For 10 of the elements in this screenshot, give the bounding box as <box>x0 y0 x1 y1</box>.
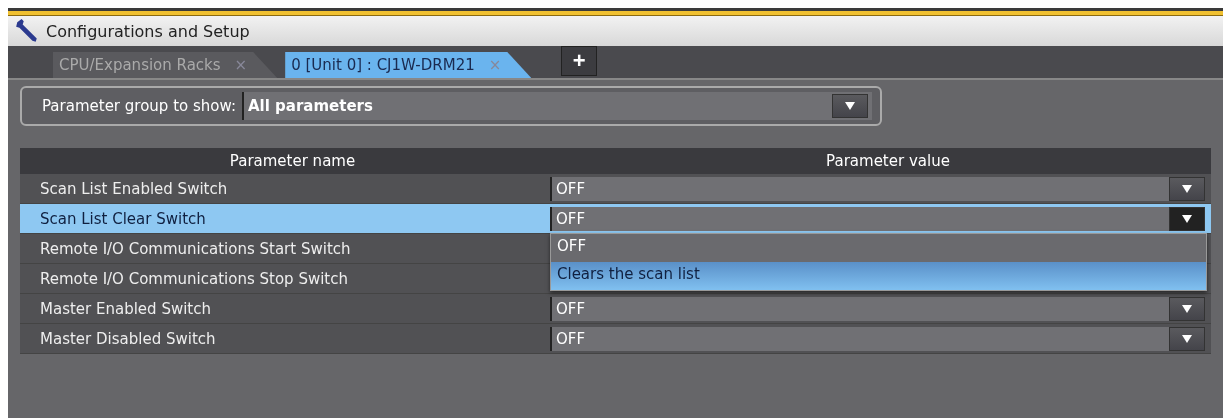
parameter-name: Remote I/O Communications Stop Switch <box>39 269 349 288</box>
parameter-name: Master Enabled Switch <box>39 299 212 318</box>
parameter-name: Master Disabled Switch <box>39 329 217 348</box>
parameter-name: Remote I/O Communications Start Switch <box>39 239 352 258</box>
filter-label: Parameter group to show: <box>42 97 236 115</box>
column-header: Parameter value <box>825 152 951 170</box>
window-title: Configurations and Setup <box>46 21 250 41</box>
parameter-name: Scan List Enabled Switch <box>39 179 229 198</box>
parameter-name: Scan List Clear Switch <box>39 209 207 228</box>
column-header: Parameter name <box>228 152 357 170</box>
